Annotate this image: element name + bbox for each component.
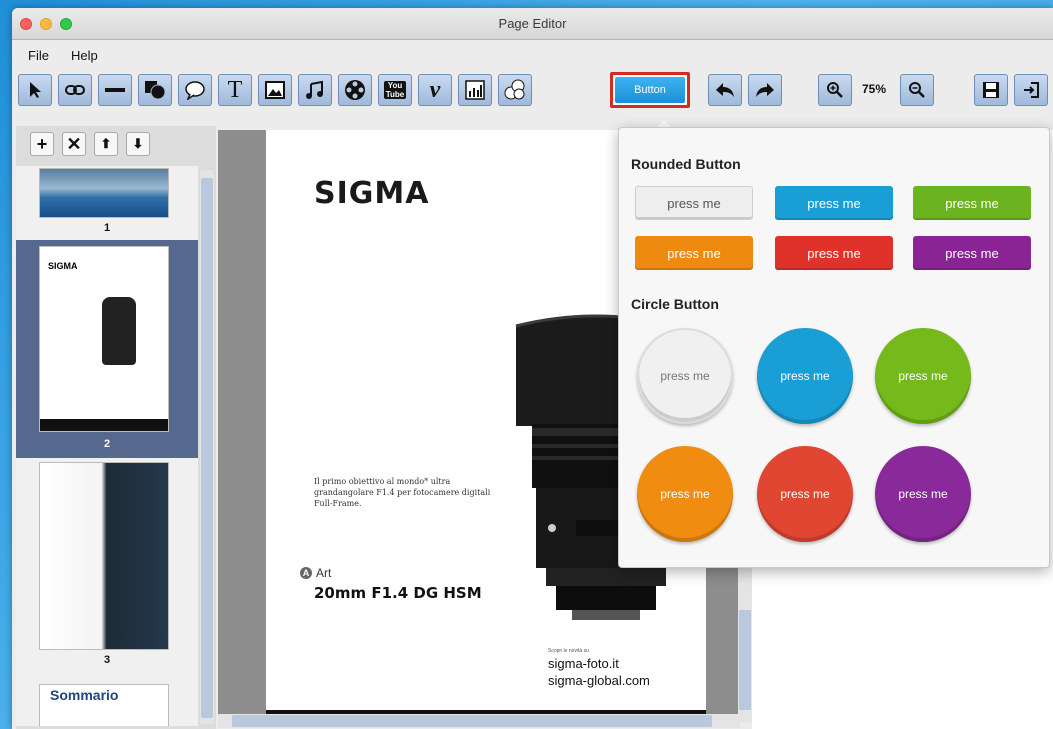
sigma-logo: SIGMA (314, 176, 430, 211)
page-tools: + ✕ ⬆ ⬇ (16, 126, 216, 162)
zoom-out-icon (909, 82, 925, 98)
move-page-up-button[interactable]: ⬆ (94, 132, 118, 156)
menu-bar: File Help (12, 40, 1053, 70)
toolbar: T You Tube v Button 75% (12, 70, 1053, 118)
thumbnail-image (39, 168, 169, 218)
undo-button[interactable] (708, 74, 742, 106)
title-bar: Page Editor (12, 8, 1053, 40)
text-icon: T (227, 76, 243, 103)
zoom-level: 75% (862, 82, 887, 96)
bar-chart-icon (465, 80, 485, 100)
rounded-button-preview[interactable]: press me (775, 186, 893, 220)
website-label: Scopri le novità su (548, 648, 589, 654)
cursor-arrow-icon (30, 82, 41, 98)
shapes-icon (145, 81, 166, 100)
website-global: sigma-global.com (548, 673, 650, 688)
rounded-button-heading: Rounded Button (631, 156, 741, 172)
thumbnail-number: 1 (103, 222, 111, 234)
button-style-popup: Rounded Button press me press me press me p… (618, 127, 1050, 568)
image-tool-button[interactable] (258, 74, 292, 106)
thumbnail-number: 2 (103, 438, 111, 450)
rounded-button-preview[interactable]: press me (775, 236, 893, 270)
scrollbar-thumb[interactable] (232, 715, 712, 727)
image-icon (265, 81, 285, 99)
circle-button-preview[interactable]: press me (875, 328, 971, 424)
rounded-button-preview[interactable]: press me (635, 236, 753, 270)
numbering-tool-button[interactable] (498, 74, 532, 106)
art-series-label: A Art (300, 566, 331, 580)
thumbnail-image: SIGMA (39, 246, 169, 432)
art-badge-icon: A (300, 567, 312, 579)
circle-button-preview[interactable]: press me (637, 328, 733, 424)
save-button[interactable] (974, 74, 1008, 106)
youtube-tool-button[interactable]: You Tube (378, 74, 412, 106)
circle-button-preview[interactable]: press me (637, 446, 733, 542)
film-reel-icon (345, 80, 365, 100)
zoom-in-icon (827, 82, 843, 98)
numbered-circles-icon (504, 79, 525, 100)
website-it: sigma-foto.it (548, 656, 619, 671)
window-title: Page Editor (498, 16, 567, 31)
link-icon (65, 85, 85, 95)
export-button[interactable] (1014, 74, 1048, 106)
circle-button-preview[interactable]: press me (757, 446, 853, 542)
audio-tool-button[interactable] (298, 74, 332, 106)
lens-image (102, 297, 136, 365)
page-thumbnail-1[interactable]: 1 (16, 166, 198, 238)
rounded-button-preview[interactable]: press me (635, 186, 753, 220)
rounded-button-preview[interactable]: press me (913, 186, 1031, 220)
thumbnail-number: 3 (103, 654, 111, 666)
page-editor-window: Page Editor File Help T You Tube v Butto… (12, 8, 1053, 729)
add-page-button[interactable]: + (30, 132, 54, 156)
popup-tool-button[interactable] (178, 74, 212, 106)
line-icon (105, 88, 125, 92)
link-tool-button[interactable] (58, 74, 92, 106)
thumbnail-scrollbar[interactable] (200, 170, 214, 724)
page-thumbnail-2[interactable]: SIGMA 2 (16, 240, 198, 458)
document-body-text: Il primo obiettivo al mondo* ultra grand… (314, 477, 491, 508)
thumbnail-header: Sommario (50, 687, 119, 703)
page-thumbnail-4[interactable]: Sommario (16, 678, 198, 726)
page-thumbnail-3[interactable]: 3 (16, 462, 198, 674)
vimeo-tool-button[interactable]: v (418, 74, 452, 106)
zoom-out-button[interactable] (900, 74, 934, 106)
page-thumbnails-panel: + ✕ ⬆ ⬇ 1 SIGMA 2 3 Sommario (16, 126, 216, 729)
youtube-icon: You Tube (383, 81, 407, 99)
scrollbar-thumb[interactable] (201, 178, 213, 718)
text-tool-button[interactable]: T (218, 74, 252, 106)
button-tool-button[interactable]: Button (610, 72, 690, 108)
thumbnail-image: Sommario (39, 684, 169, 726)
button-tool-label: Button (615, 77, 685, 103)
line-tool-button[interactable] (98, 74, 132, 106)
redo-button[interactable] (748, 74, 782, 106)
music-note-icon (306, 80, 323, 99)
thumbnail-list: 1 SIGMA 2 3 Sommario (16, 166, 198, 726)
menu-file[interactable]: File (28, 48, 49, 63)
rounded-button-preview[interactable]: press me (913, 236, 1031, 270)
chart-tool-button[interactable] (458, 74, 492, 106)
redo-icon (756, 83, 774, 97)
thumbnail-header: SIGMA (48, 261, 78, 271)
export-icon (1024, 82, 1039, 98)
select-tool-button[interactable] (18, 74, 52, 106)
zoom-in-button[interactable] (818, 74, 852, 106)
undo-icon (716, 83, 734, 97)
speech-bubble-icon (185, 81, 205, 100)
circle-button-preview[interactable]: press me (757, 328, 853, 424)
video-tool-button[interactable] (338, 74, 372, 106)
move-page-down-button[interactable]: ⬇ (126, 132, 150, 156)
floppy-disk-icon (983, 82, 999, 98)
circle-button-heading: Circle Button (631, 296, 719, 312)
circle-button-preview[interactable]: press me (875, 446, 971, 542)
menu-help[interactable]: Help (71, 48, 98, 63)
lens-model-name: 20mm F1.4 DG HSM (314, 584, 482, 602)
delete-page-button[interactable]: ✕ (62, 132, 86, 156)
thumbnail-image (39, 462, 169, 650)
vimeo-icon: v (429, 76, 441, 103)
scrollbar-thumb[interactable] (739, 610, 751, 710)
shape-tool-button[interactable] (138, 74, 172, 106)
thumbnail-footer (40, 419, 168, 431)
canvas-horizontal-scrollbar[interactable] (218, 714, 740, 728)
